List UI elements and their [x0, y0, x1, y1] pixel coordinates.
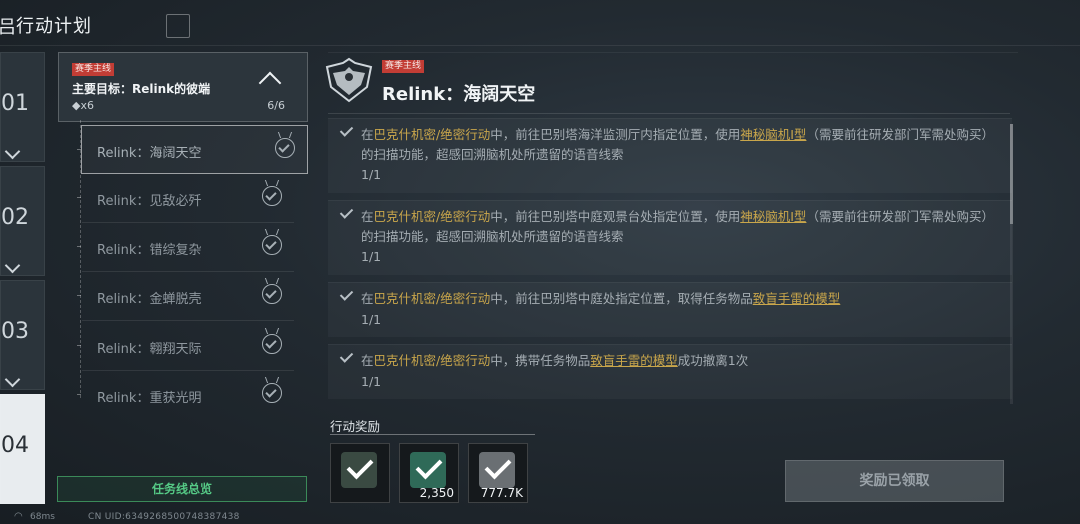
task-item: 在巴克什机密/绝密行动中，前往巴别塔海洋监测厅内指定位置，使用神秘脑机Ⅰ型（需要… — [328, 118, 1012, 193]
season-main-tag: 赛季主线 — [382, 60, 425, 73]
season-tab-03[interactable]: 03 — [0, 280, 45, 390]
medal-check-icon — [262, 334, 282, 354]
questline-progress: 6/6 — [267, 99, 285, 112]
eagle-emblem-icon — [325, 57, 373, 103]
task-item: 在巴克什机密/绝密行动中，前往巴别塔中庭处指定位置，取得任务物品致盲手雷的模型 … — [328, 282, 1012, 337]
sub-quest-item[interactable]: Relink：见敌必歼 — [77, 174, 294, 223]
task-progress: 1/1 — [361, 374, 382, 389]
scrollbar-thumb[interactable] — [1010, 124, 1013, 224]
sub-quest-item[interactable]: Relink：海阔天空 — [77, 125, 308, 174]
medal-check-icon — [262, 186, 282, 206]
sub-quest-item[interactable]: Relink：错综复杂 — [77, 223, 294, 272]
reward-item[interactable]: 777.7K — [468, 443, 528, 503]
season-tab-04[interactable]: 04 — [0, 394, 45, 504]
medal-check-icon — [262, 284, 282, 304]
reward-item[interactable] — [330, 443, 390, 503]
task-description: 在巴克什机密/绝密行动中，携带任务物品致盲手雷的模型成功撤离1次 — [361, 353, 749, 368]
sub-quest-item[interactable]: Relink：翱翔天际 — [77, 322, 294, 371]
sub-quest-label: Relink：金蝉脱壳 — [97, 292, 202, 307]
task-item: 在巴克什机密/绝密行动中，前往巴别塔中庭观景台处指定位置，使用神秘脑机Ⅰ型（需要… — [328, 200, 1012, 275]
task-item: 在巴克什机密/绝密行动中，携带任务物品致盲手雷的模型成功撤离1次 1/1 — [328, 344, 1012, 399]
sub-quest-label: Relink：重获光明 — [97, 391, 202, 406]
header-divider — [0, 45, 1080, 46]
season-number: 01 — [1, 91, 29, 116]
page-title: 行动计划 — [16, 16, 92, 37]
chevron-down-icon — [4, 371, 21, 388]
medal-check-icon — [275, 138, 295, 158]
ping-readout: 68ms — [30, 512, 55, 522]
sub-quest-item[interactable]: Relink：金蝉脱壳 — [77, 272, 294, 321]
uid-readout: CN UID:6349268500748387438 — [88, 512, 240, 522]
season-number: 03 — [1, 319, 29, 344]
back-icon[interactable]: 吕 — [0, 13, 16, 39]
wifi-icon: ◠ — [14, 511, 23, 522]
season-tab-01[interactable]: 01 — [0, 52, 45, 162]
chevron-down-icon — [4, 257, 21, 274]
check-icon — [339, 349, 354, 363]
task-progress: 1/1 — [361, 312, 382, 327]
task-progress: 1/1 — [361, 249, 382, 264]
season-tab-02[interactable]: 02 — [0, 166, 45, 276]
task-description: 在巴克什机密/绝密行动中，前往巴别塔中庭处指定位置，取得任务物品致盲手雷的模型 — [361, 291, 841, 306]
collapse-icon[interactable] — [258, 71, 282, 95]
status-bar: ◠ 68ms CN UID:6349268500748387438 — [0, 510, 600, 524]
sub-quest-label: Relink：翱翔天际 — [97, 342, 202, 357]
close-button[interactable] — [166, 14, 190, 38]
chevron-down-icon — [4, 143, 21, 160]
task-description: 在巴克什机密/绝密行动中，前往巴别塔中庭观景台处指定位置，使用神秘脑机Ⅰ型（需要… — [361, 209, 994, 244]
medal-check-icon — [262, 235, 282, 255]
questline-header[interactable]: 赛季主线 主要目标：Relink的彼端 ◆x6 6/6 — [58, 52, 308, 122]
reward-amount: 777.7K — [480, 486, 523, 500]
questline-reward: ◆x6 — [72, 99, 94, 112]
quest-title: Relink：海阔天空 — [382, 84, 536, 105]
reward-claimed-button[interactable]: 奖励已领取 — [785, 460, 1004, 502]
check-icon — [339, 123, 354, 137]
sub-quest-label: Relink：错综复杂 — [97, 243, 202, 258]
medal-check-icon — [262, 383, 282, 403]
questline-overview-button[interactable]: 任务线总览 — [57, 476, 307, 502]
questline-title: 主要目标：Relink的彼端 — [72, 82, 211, 96]
season-number: 02 — [1, 205, 29, 230]
season-main-tag: 赛季主线 — [72, 63, 115, 76]
header: 吕 行动计划 — [0, 0, 1080, 46]
task-progress: 1/1 — [361, 167, 382, 182]
reward-amount: 2,350 — [419, 486, 454, 500]
sub-quest-label: Relink：海阔天空 — [97, 146, 202, 161]
season-number: 04 — [1, 433, 29, 458]
reward-item[interactable]: 2,350 — [399, 443, 459, 503]
task-description: 在巴克什机密/绝密行动中，前往巴别塔海洋监测厅内指定位置，使用神秘脑机Ⅰ型（需要… — [361, 127, 994, 162]
rewards-label: 行动奖励 — [330, 419, 381, 434]
sub-quest-label: Relink：见敌必歼 — [97, 194, 202, 209]
check-icon — [339, 287, 354, 301]
sub-quest-item[interactable]: Relink：重获光明 — [77, 371, 294, 419]
check-icon — [339, 205, 354, 219]
